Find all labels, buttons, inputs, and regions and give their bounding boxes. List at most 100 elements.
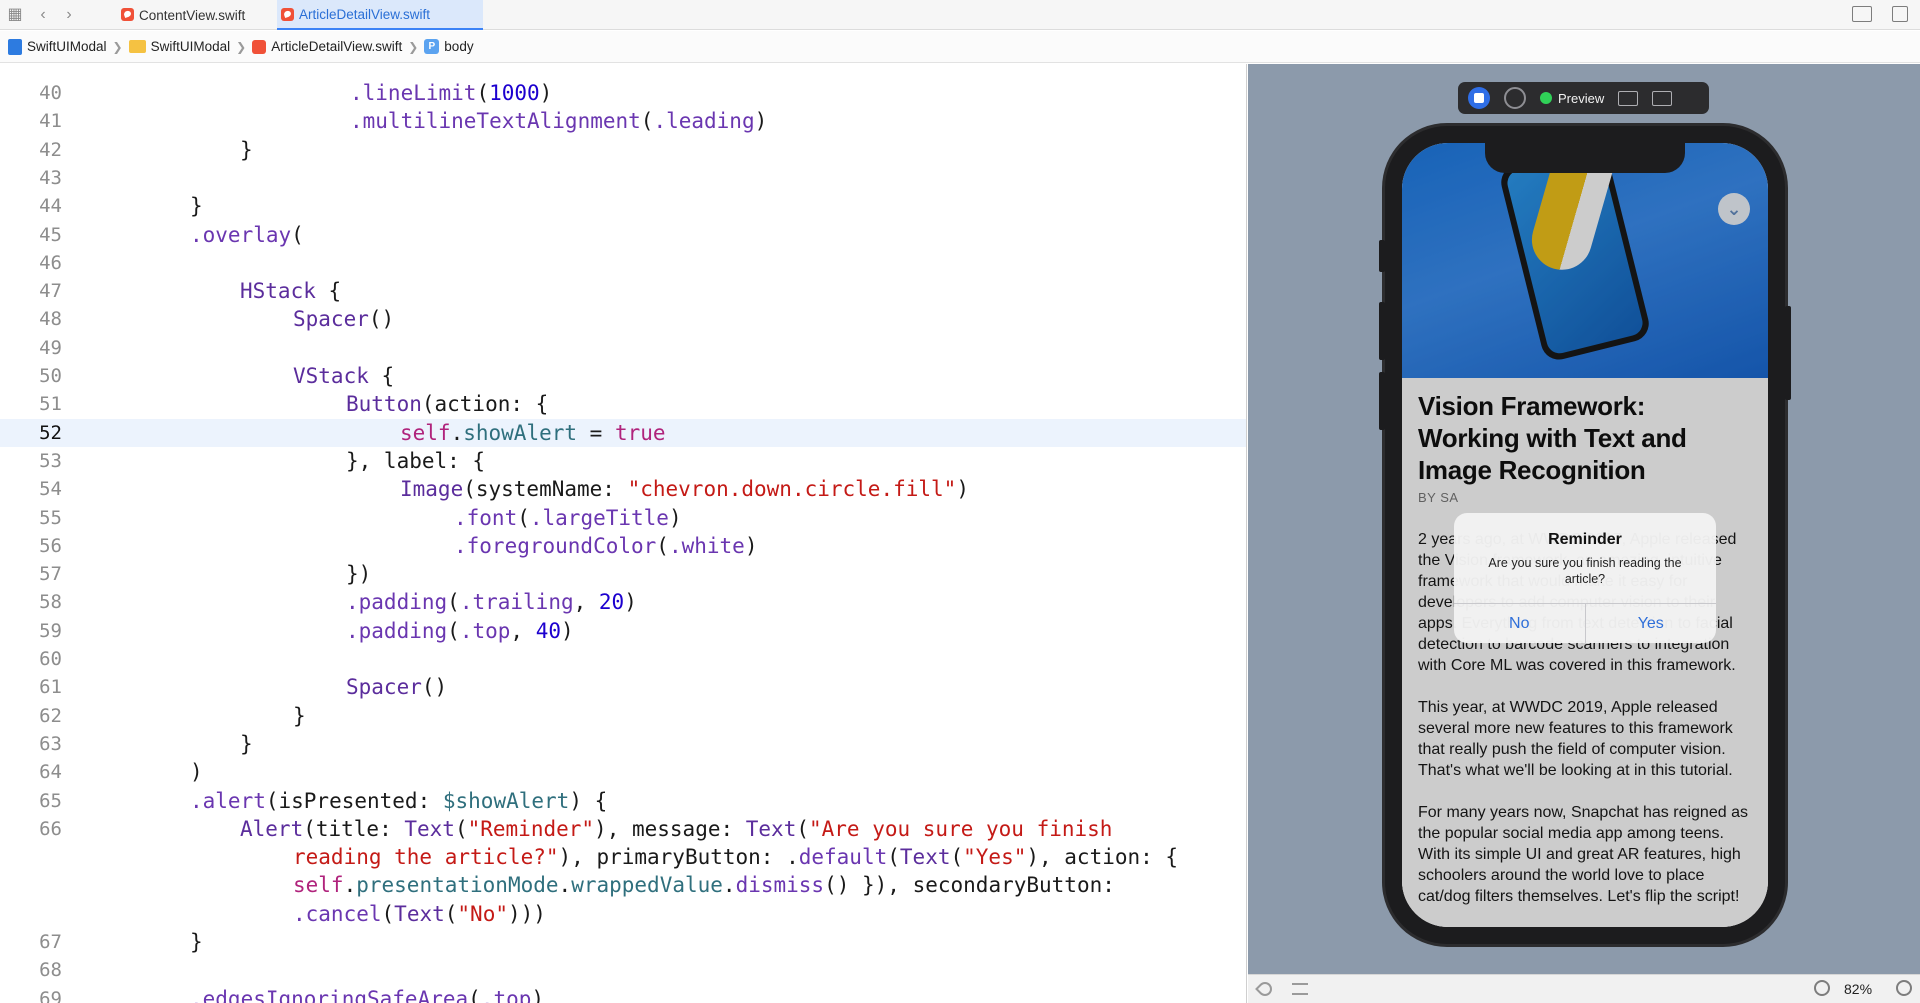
code-line[interactable]: 48 Spacer() <box>0 305 1246 333</box>
preview-button[interactable]: Preview <box>1540 91 1604 106</box>
line-number: 49 <box>39 336 62 359</box>
code-line[interactable]: 42} <box>0 136 1246 164</box>
code-text: .edgesIgnoringSafeArea(.top) <box>190 986 545 1003</box>
code-line[interactable]: 63} <box>0 730 1246 758</box>
code-text: } <box>240 137 253 162</box>
list-icon[interactable] <box>1292 983 1308 995</box>
zoom-out-icon[interactable] <box>1814 980 1830 996</box>
code-line[interactable]: 56 .foregroundColor(.white) <box>0 532 1246 560</box>
code-line[interactable]: reading the article?"), primaryButton: .… <box>0 843 1246 871</box>
code-line[interactable]: 47 HStack { <box>0 277 1246 305</box>
chevron-right-icon: ❯ <box>408 39 419 54</box>
volume-up-button <box>1379 302 1385 360</box>
code-line[interactable]: 46 <box>0 249 1246 277</box>
device-screen: ⌄ Vision Framework: Working with Text an… <box>1402 143 1768 927</box>
code-line[interactable]: 55 .font(.largeTitle) <box>0 504 1246 532</box>
code-line[interactable]: 64) <box>0 758 1246 786</box>
line-number: 67 <box>39 931 62 953</box>
alert-buttons: No Yes <box>1454 603 1716 643</box>
code-line[interactable]: 67} <box>0 928 1246 956</box>
line-number: 65 <box>39 789 62 812</box>
code-text: VStack { <box>293 364 395 388</box>
swift-file-icon <box>281 8 294 21</box>
tab-content-view[interactable]: ContentView.swift <box>117 0 275 30</box>
code-line[interactable]: 40 .lineLimit(1000) <box>0 79 1246 107</box>
code-line[interactable]: 53}, label: { <box>0 447 1246 475</box>
zoom-in-icon[interactable] <box>1896 980 1912 996</box>
code-text: } <box>240 731 253 756</box>
power-button <box>1785 306 1791 400</box>
line-number: 64 <box>39 761 62 784</box>
code-text: self.presentationMode.wrappedValue.dismi… <box>293 873 1115 898</box>
code-line[interactable]: 41 .multilineTextAlignment(.leading) <box>0 107 1246 135</box>
alert-no-button[interactable]: No <box>1454 604 1585 643</box>
live-preview-button[interactable] <box>1468 87 1490 109</box>
code-text: Button(action: { <box>346 392 549 417</box>
code-line[interactable]: 52 self.showAlert = true <box>0 418 1246 447</box>
code-line[interactable]: .cancel(Text("No"))) <box>0 900 1246 928</box>
code-text: .alert(isPresented: $showAlert) { <box>190 788 608 813</box>
code-text: Image(systemName: "chevron.down.circle.f… <box>400 477 969 502</box>
code-line[interactable]: 54 Image(systemName: "chevron.down.circle… <box>0 475 1246 503</box>
breadcrumb-file[interactable]: ArticleDetailView.swift <box>252 39 402 54</box>
code-line[interactable]: 60 <box>0 645 1246 673</box>
breadcrumb-project[interactable]: SwiftUIModal <box>8 38 107 55</box>
device-settings-icon[interactable] <box>1618 90 1639 106</box>
code-text: .lineLimit(1000) <box>350 81 553 105</box>
selectable-mode-button[interactable] <box>1504 87 1526 109</box>
code-text: } <box>190 194 203 219</box>
tab-article-detail-view[interactable]: ArticleDetailView.swift <box>277 0 483 30</box>
back-icon[interactable]: ‹ <box>34 6 52 24</box>
code-line[interactable]: 68 <box>0 956 1246 984</box>
code-line[interactable]: 50 VStack { <box>0 362 1246 390</box>
code-line[interactable]: self.presentationMode.wrappedValue.dismi… <box>0 871 1246 899</box>
code-line[interactable]: 58 .padding(.trailing, 20) <box>0 588 1246 616</box>
code-text: .foregroundColor(.white) <box>454 533 758 558</box>
forward-icon[interactable]: › <box>60 6 78 24</box>
code-line[interactable]: 66 Alert(title: Text("Reminder"), message… <box>0 815 1246 843</box>
duplicate-preview-icon[interactable] <box>1652 90 1673 106</box>
add-editor-icon[interactable] <box>1892 6 1908 22</box>
alert-yes-button[interactable]: Yes <box>1584 604 1717 643</box>
code-line[interactable]: 62} <box>0 702 1246 730</box>
grid-icon[interactable]: ▦ <box>6 6 24 24</box>
line-number: 42 <box>39 138 62 161</box>
code-line[interactable]: 59 .padding(.top, 40) <box>0 617 1246 645</box>
code-text: }) <box>346 562 372 587</box>
line-number: 62 <box>39 704 62 727</box>
code-line[interactable]: 43 <box>0 164 1246 192</box>
pin-icon[interactable] <box>1255 979 1275 999</box>
reminder-alert: Reminder Are you sure you finish reading… <box>1454 513 1716 643</box>
breadcrumb-folder[interactable]: SwiftUIModal <box>128 39 230 54</box>
code-text: .cancel(Text("No"))) <box>293 901 546 926</box>
code-line[interactable]: 49 <box>0 334 1246 362</box>
line-number: 63 <box>39 732 62 755</box>
code-line[interactable]: 57}) <box>0 560 1246 588</box>
code-line[interactable]: 69 .edgesIgnoringSafeArea(.top) <box>0 985 1246 1003</box>
line-number: 45 <box>39 223 62 246</box>
breadcrumb-symbol[interactable]: P body <box>424 39 474 54</box>
status-dot-icon <box>1540 92 1552 104</box>
line-number: 40 <box>39 82 62 104</box>
line-number: 43 <box>39 166 62 189</box>
code-editor[interactable]: 40 .lineLimit(1000) 41 .multilineTextAlignm… <box>0 64 1247 1003</box>
code-line[interactable]: 65 .alert(isPresented: $showAlert) { <box>0 787 1246 815</box>
code-line[interactable]: 61 Spacer() <box>0 673 1246 701</box>
line-number: 51 <box>39 393 62 416</box>
tab-label: ContentView.swift <box>139 7 246 23</box>
tab-label: ArticleDetailView.swift <box>299 6 431 22</box>
line-number: 47 <box>39 280 62 303</box>
line-number: 69 <box>39 987 62 1003</box>
editor-options-icon[interactable] <box>1852 6 1872 22</box>
code-text: .overlay( <box>190 222 304 247</box>
code-line[interactable]: 44} <box>0 192 1246 220</box>
project-icon <box>8 38 22 55</box>
code-text: HStack { <box>240 279 342 304</box>
preview-toolbar: Preview <box>1458 82 1709 114</box>
zoom-level: 82% <box>1844 981 1873 997</box>
code-line[interactable]: 51 Button(action: { <box>0 390 1246 418</box>
line-number: 61 <box>39 676 62 699</box>
property-icon: P <box>424 39 440 54</box>
code-line[interactable]: 45 .overlay( <box>0 221 1246 249</box>
chevron-right-icon: ❯ <box>112 39 123 54</box>
